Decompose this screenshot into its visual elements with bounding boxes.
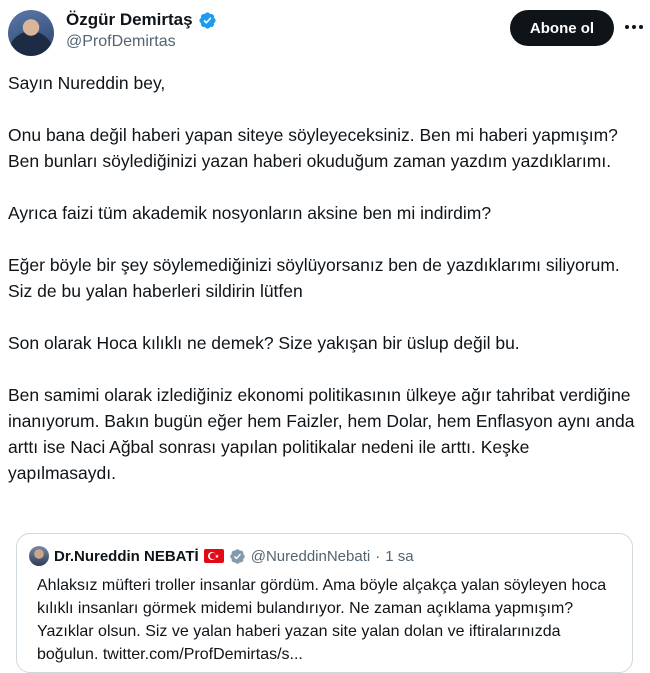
tweet-header: Özgür Demirtaş @ProfDemirtas Abone ol xyxy=(8,6,650,58)
verified-badge-icon xyxy=(198,11,216,29)
tweet-paragraph: Son olarak Hoca kılıklı ne demek? Size y… xyxy=(8,333,520,353)
tweet-text: Sayın Nureddin bey, Onu bana değil haber… xyxy=(8,70,638,486)
quoted-tweet[interactable]: Dr.Nureddin NEBATİ @NureddinNebati · 1 s… xyxy=(16,533,633,673)
quoted-tweet-text: Ahlaksız müfteri troller insanlar gördüm… xyxy=(37,577,607,663)
quoted-tweet-time: 1 sa xyxy=(385,547,414,565)
tweet-paragraph: Eğer böyle bir şey söylemediğinizi söylü… xyxy=(8,255,620,301)
tweet-paragraph: Ben samimi olarak izlediğiniz ekonomi po… xyxy=(8,385,635,483)
author-handle[interactable]: @ProfDemirtas xyxy=(66,33,176,51)
quoted-author-name: Dr.Nureddin NEBATİ xyxy=(54,547,199,565)
quoted-author-handle: @NureddinNebati xyxy=(250,547,371,565)
tweet-paragraph: Onu bana değil haberi yapan siteye söyle… xyxy=(8,125,618,171)
author-name-line: Özgür Demirtaş xyxy=(66,10,217,30)
more-options-icon[interactable] xyxy=(623,16,645,38)
quoted-author-avatar xyxy=(29,546,49,566)
turkey-flag-icon xyxy=(203,549,224,563)
author-avatar[interactable] xyxy=(8,10,54,56)
quoted-tweet-header: Dr.Nureddin NEBATİ @NureddinNebati · 1 s… xyxy=(29,546,414,566)
follow-button[interactable]: Abone ol xyxy=(510,10,614,46)
tweet-paragraph: Sayın Nureddin bey, xyxy=(8,73,166,93)
author-name[interactable]: Özgür Demirtaş xyxy=(66,10,193,30)
verified-badge-icon xyxy=(229,548,245,564)
tweet-paragraph: Ayrıca faizi tüm akademik nosyonların ak… xyxy=(8,203,492,223)
separator-dot: · xyxy=(375,547,381,565)
